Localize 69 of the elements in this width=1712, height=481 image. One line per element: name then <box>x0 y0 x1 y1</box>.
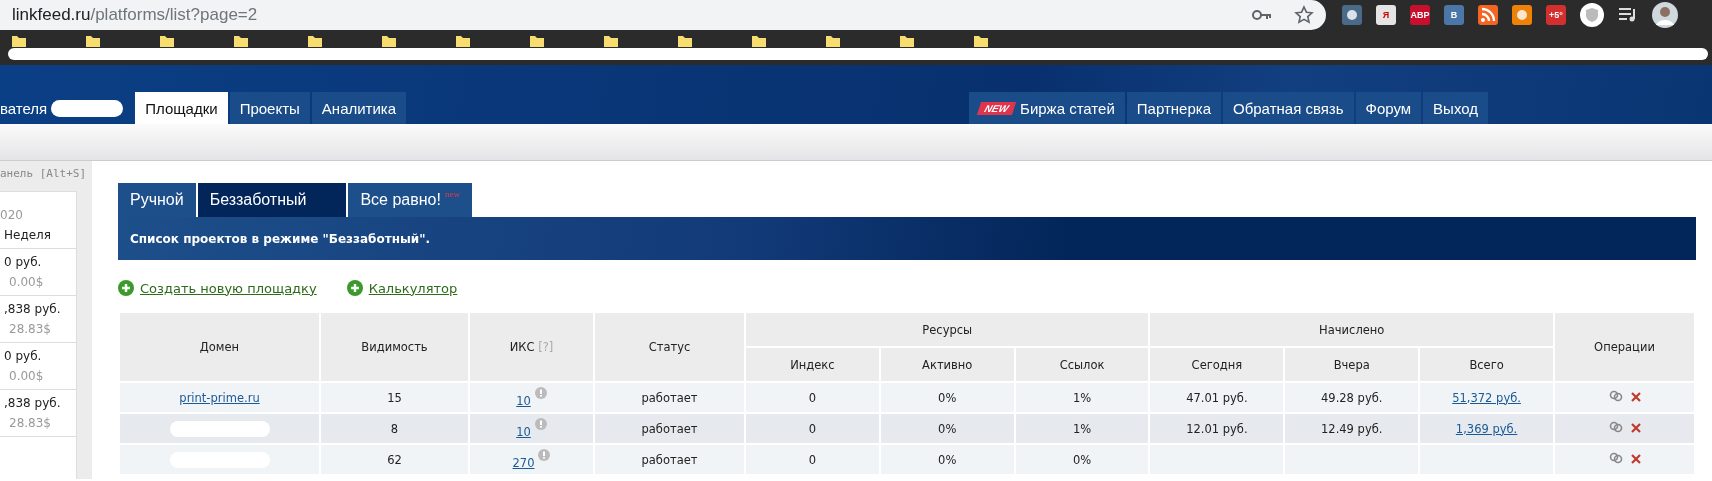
nav-tab[interactable]: Выход <box>1423 92 1488 124</box>
mode-description: Список проектов в режиме "Беззаботный". <box>130 231 431 246</box>
group-header: Ресурсы <box>745 312 1150 347</box>
mode-tab[interactable]: Беззаботный <box>197 183 347 217</box>
table-cell: 0 <box>745 382 880 413</box>
table-cell: 49.28 руб. <box>1284 382 1420 413</box>
amount-text: 0 руб. <box>4 255 43 269</box>
table-cell: 0% <box>879 444 1015 475</box>
mode-tab[interactable]: Все равно! new <box>348 183 472 217</box>
column-header: Вчера <box>1284 347 1420 382</box>
address-field[interactable]: linkfeed.ru/platforms/list?page=2 <box>0 0 1326 30</box>
group-header: Начислено <box>1149 312 1554 347</box>
table-cell: 15 <box>320 382 469 413</box>
new-label: new <box>444 189 460 199</box>
table-cell: 1% <box>1014 413 1150 444</box>
amount-text: ,838 руб. <box>4 302 62 316</box>
column-header: Ссылок <box>1014 347 1150 382</box>
column-header: Индекс <box>745 347 880 382</box>
nav-tab[interactable]: NEW Биржа статей <box>968 92 1125 124</box>
nav-tab[interactable]: Площадки <box>135 92 228 124</box>
column-header: Статус <box>594 312 745 382</box>
table-cell: 0% <box>879 413 1015 444</box>
amount-text: 0 руб. <box>4 349 43 363</box>
column-header: Всего <box>1419 347 1554 382</box>
shortcut-hint: анель [Alt+S] <box>0 167 88 180</box>
table-cell: 1% <box>1014 382 1150 413</box>
usd-text: 0.00$ <box>8 369 45 383</box>
column-header: Видимость <box>320 312 469 382</box>
table-cell: работает <box>594 382 745 413</box>
new-badge: NEW <box>976 101 1017 115</box>
table-cell: работает <box>594 444 745 475</box>
amount-text: ,838 руб. <box>4 396 62 410</box>
table-cell: работает <box>594 413 745 444</box>
column-header: ИКС [?] <box>469 312 594 382</box>
usd-text: 28.83$ <box>8 416 52 430</box>
extension-icon[interactable]: Я <box>1376 5 1396 25</box>
column-header: Домен <box>119 312 320 382</box>
column-header: Сегодня <box>1149 347 1285 382</box>
action-link[interactable]: Калькулятор <box>368 280 458 296</box>
nav-tab[interactable]: Проекты <box>229 92 310 124</box>
extension-icon[interactable]: +5° <box>1546 5 1566 25</box>
column-header: Активно <box>879 347 1015 382</box>
table-cell: 0% <box>879 382 1015 413</box>
extension-icon[interactable]: ABP <box>1410 5 1430 25</box>
table-cell: 12.01 руб. <box>1149 413 1285 444</box>
date-label: 020 <box>0 208 23 222</box>
iks-link[interactable]: 270 <box>512 456 535 470</box>
domain-link[interactable]: print-prime.ru <box>179 390 260 405</box>
period-label: Неделя <box>4 228 51 242</box>
table-cell: 62 <box>320 444 469 475</box>
table-cell: 0% <box>1014 444 1150 475</box>
table-cell: 8 <box>320 413 469 444</box>
table-cell: 0 <box>745 413 880 444</box>
user-name[interactable]: вателя <box>0 92 48 124</box>
column-header: Операции <box>1554 312 1695 382</box>
iks-link[interactable]: 10 <box>516 425 531 439</box>
usd-text: 28.83$ <box>8 322 52 336</box>
usd-text: 0.00$ <box>8 275 45 289</box>
nav-tab[interactable]: Форум <box>1355 92 1422 124</box>
nav-tab[interactable]: Обратная связь <box>1223 92 1354 124</box>
nav-tab[interactable]: Аналитика <box>311 92 407 124</box>
extension-icon[interactable]: B <box>1444 5 1464 25</box>
nav-tab[interactable]: Партнерка <box>1126 92 1221 124</box>
table-cell: 0 <box>745 444 880 475</box>
table-cell: 47.01 руб. <box>1149 382 1285 413</box>
iks-link[interactable]: 10 <box>516 394 531 408</box>
table-cell: 12.49 руб. <box>1284 413 1420 444</box>
mode-tab[interactable]: Ручной <box>118 183 196 217</box>
action-link[interactable]: Создать новую площадку <box>140 280 317 296</box>
